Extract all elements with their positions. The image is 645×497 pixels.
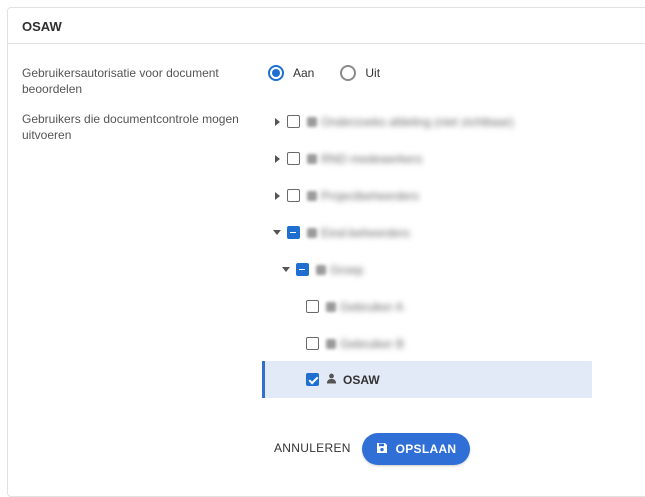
tree-node[interactable]: Eind-beheerders — [272, 214, 410, 251]
collapse-caret-icon[interactable] — [272, 228, 282, 238]
expand-caret-icon[interactable] — [272, 117, 282, 127]
tree-node-label: Gebruiker A — [340, 299, 404, 314]
review-authorization-label: Gebruikersautorisatie voor document beoo… — [22, 66, 219, 96]
tree-node-label: RND medewerkers — [321, 151, 423, 166]
tree-checkbox[interactable] — [306, 337, 319, 350]
tree-node-label: Groep — [330, 262, 364, 277]
group-icon — [307, 190, 317, 201]
tree-node[interactable]: Gebruiker A — [306, 288, 403, 325]
user-icon — [326, 301, 336, 312]
tree-checkbox[interactable] — [287, 115, 300, 128]
radio-on-label: Aan — [293, 66, 315, 80]
radio-off-indicator[interactable] — [340, 65, 357, 81]
card-title: OSAW — [22, 19, 62, 34]
settings-card: OSAW Gebruikersautorisatie voor document… — [7, 7, 645, 497]
expand-caret-icon[interactable] — [272, 191, 282, 201]
radio-on-indicator[interactable] — [268, 65, 284, 81]
group-icon — [316, 264, 326, 275]
tree-checkbox[interactable] — [287, 152, 300, 165]
tree-node-label: Gebruiker B — [340, 336, 405, 351]
review-radio-group: Aan Uit — [268, 65, 380, 81]
user-icon — [326, 338, 336, 349]
tree-node[interactable]: Projectbeheerders — [272, 177, 419, 214]
tree-checkbox-indeterminate[interactable] — [287, 226, 300, 239]
tree-node-label: Onderzoeks afdeling (niet zichtbaar) — [321, 114, 514, 129]
tree-node[interactable]: RND medewerkers — [272, 140, 422, 177]
group-icon — [307, 153, 317, 164]
document-control-users-label: Gebruikers die documentcontrole mogen ui… — [22, 112, 239, 142]
tree-checkbox[interactable] — [287, 189, 300, 202]
tree-node-label: Eind-beheerders — [321, 225, 410, 240]
collapse-caret-icon[interactable] — [281, 265, 291, 275]
tree-checkbox-indeterminate[interactable] — [296, 263, 309, 276]
tree-node[interactable]: Onderzoeks afdeling (niet zichtbaar) — [272, 103, 514, 140]
save-icon — [376, 442, 388, 457]
tree-node-selected[interactable]: OSAW — [306, 361, 380, 398]
group-icon — [307, 116, 317, 127]
card-divider — [8, 43, 645, 44]
radio-option-on[interactable]: Aan — [268, 65, 314, 81]
tree-node-label: OSAW — [343, 372, 380, 387]
tree-node[interactable]: Groep — [281, 251, 363, 288]
tree-node-label: Projectbeheerders — [321, 188, 420, 203]
expand-caret-icon[interactable] — [272, 154, 282, 164]
tree-node[interactable]: Gebruiker B — [306, 325, 404, 362]
radio-option-off[interactable]: Uit — [340, 65, 380, 81]
tree-checkbox-checked[interactable] — [306, 373, 319, 386]
cancel-button[interactable]: ANNULEREN — [274, 441, 351, 455]
group-icon — [307, 227, 317, 238]
radio-off-label: Uit — [365, 66, 381, 80]
save-button-label: OPSLAAN — [395, 442, 457, 456]
save-button[interactable]: OPSLAAN — [362, 433, 470, 465]
user-icon — [326, 371, 337, 389]
tree-checkbox[interactable] — [306, 300, 319, 313]
